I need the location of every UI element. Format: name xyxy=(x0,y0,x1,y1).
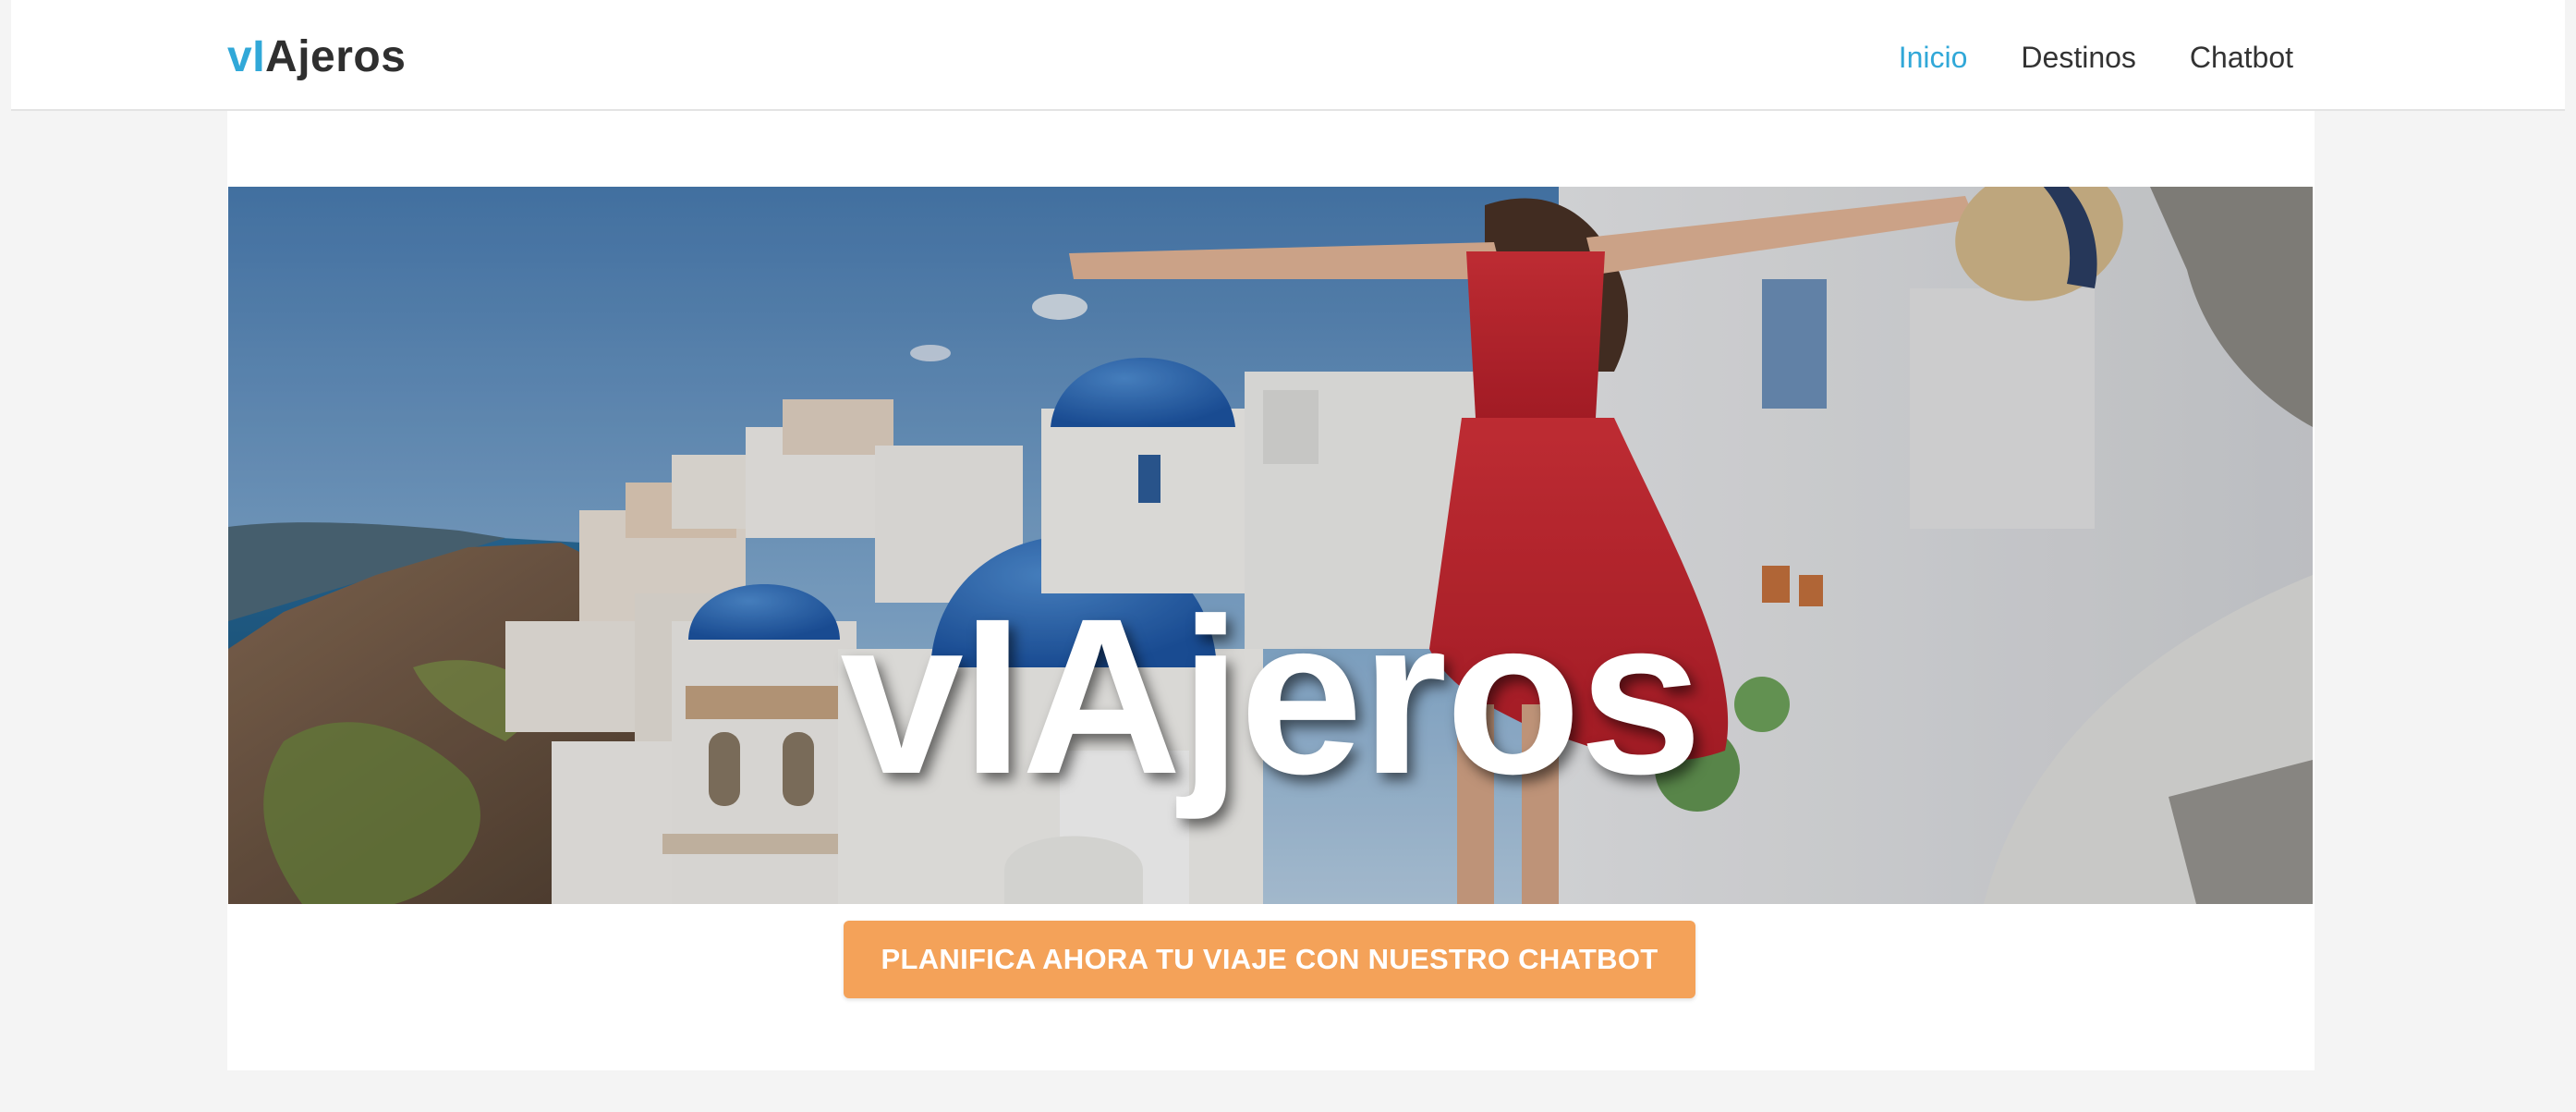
nav-link-destinos[interactable]: Destinos xyxy=(2021,35,2136,79)
hero-title: vIAjeros xyxy=(840,571,1702,820)
top-navbar: vIAjeros Inicio Destinos Chatbot xyxy=(11,0,2565,111)
brand-logo[interactable]: vIAjeros xyxy=(227,30,406,85)
brand-text: Ajeros xyxy=(265,32,407,81)
nav-link-inicio[interactable]: Inicio xyxy=(1899,35,1968,79)
brand-accent: vI xyxy=(227,32,266,81)
nav-links: Inicio Destinos Chatbot xyxy=(1899,35,2293,79)
main-card: vIAjeros PLANIFICA AHORA TU VIAJE CON NU… xyxy=(227,111,2315,1070)
hero-banner: vIAjeros xyxy=(228,187,2313,904)
plan-trip-chatbot-button[interactable]: PLANIFICA AHORA TU VIAJE CON NUESTRO CHA… xyxy=(844,921,1695,998)
nav-link-chatbot[interactable]: Chatbot xyxy=(2190,35,2293,79)
